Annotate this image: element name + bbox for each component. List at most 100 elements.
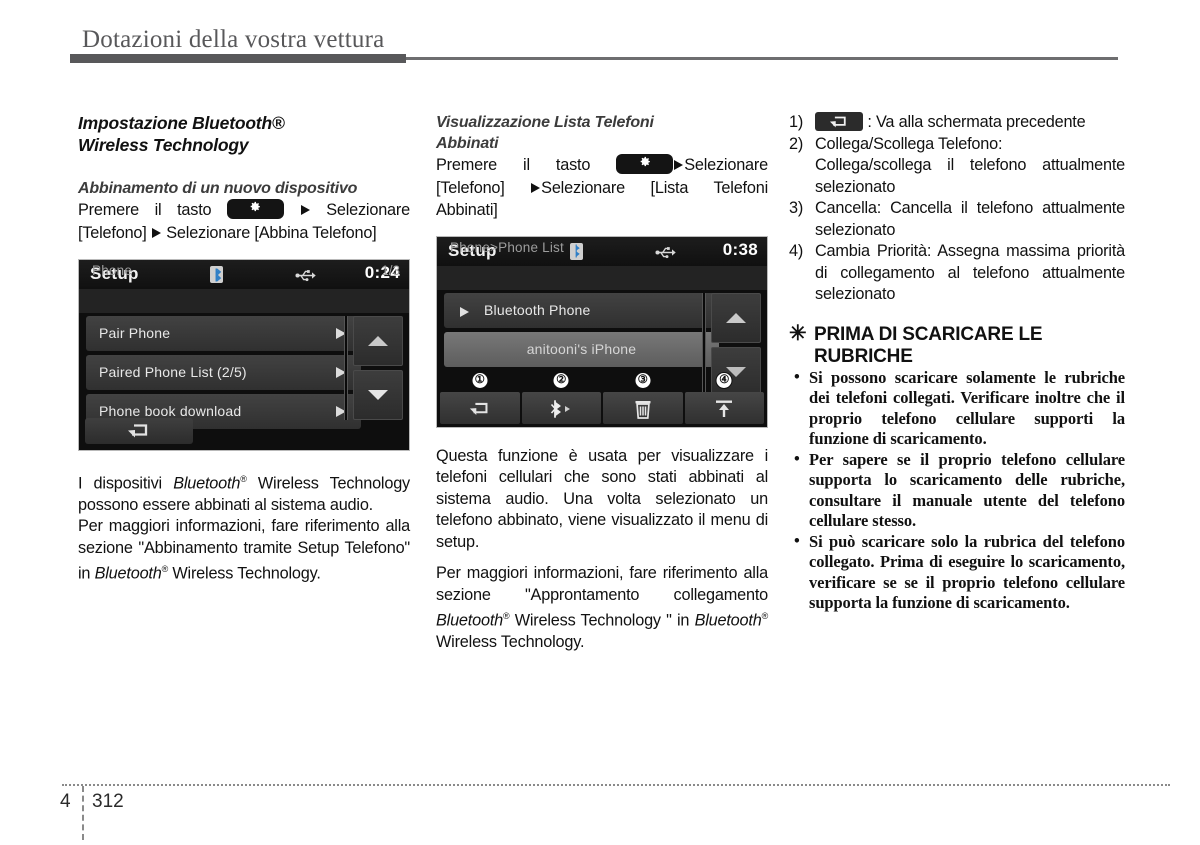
gear-icon: [249, 198, 262, 220]
return-arrow-icon: [829, 116, 846, 127]
subsection-title-line2: Abbinati: [436, 135, 499, 152]
paragraph-devices-pairing: I dispositivi Bluetooth® Wireless Techno…: [78, 469, 410, 516]
menu-row-label: Pair Phone: [99, 325, 171, 341]
bullet-icon: •: [794, 448, 800, 468]
device-breadcrumb-bar: [437, 265, 767, 290]
phone-list-row-bluetooth-phone[interactable]: Bluetooth Phone: [444, 292, 719, 328]
header-rule-dark: [70, 54, 406, 63]
bluetooth-connect-icon: [551, 400, 571, 418]
notice-heading-text: PRIMA DI SCARICARE LE RUBRICHE: [814, 323, 1043, 367]
device-clock: 0:38: [722, 239, 758, 259]
registered-mark: ®: [761, 611, 769, 621]
return-arrow-button-glyph: [815, 112, 863, 131]
device-menu-list: Pair Phone Paired Phone List (2/5) Phone…: [86, 316, 361, 433]
legend-text: Collega/Scollega Telefono:: [815, 134, 1003, 153]
legend-number: 2): [789, 134, 804, 153]
subsection-title-phone-list: Visualizzazione Lista Telefoni Abbinati: [436, 112, 768, 154]
notice-bullet-2: • Per sapere se il proprio telefono cell…: [789, 448, 1125, 532]
notice-bullet-3: • Si può scaricare solo la rubrica del t…: [789, 530, 1125, 614]
device-toolbar: ① ② ③ ④: [437, 371, 767, 427]
scroll-up-button[interactable]: [711, 292, 761, 343]
menu-row-label: Paired Phone List (2/5): [99, 364, 247, 380]
triangle-down-icon: [368, 390, 388, 400]
menu-row-paired-phone-list[interactable]: Paired Phone List (2/5): [86, 355, 361, 390]
phone-list-row-label: anitooni's iPhone: [526, 340, 637, 357]
paragraph-text: Per maggiori informazioni, fare riferime…: [436, 564, 768, 604]
phone-list-instruction: Premere il tasto Selezionare [Telefono] …: [436, 154, 768, 222]
triangle-right-icon-2: [530, 179, 541, 201]
return-arrow-icon: [128, 424, 148, 438]
callout-3: ③: [634, 371, 652, 389]
paragraph-more-info-mid: Per maggiori informazioni, fare riferime…: [436, 563, 768, 653]
page-title: Dotazioni della vostra vettura: [82, 26, 385, 53]
toolbar-change-priority-button[interactable]: ④: [684, 371, 764, 424]
device-back-button[interactable]: [85, 418, 193, 444]
gear-icon: [638, 153, 651, 175]
phone-list-row-anitoonis-iphone[interactable]: anitooni's iPhone: [444, 331, 719, 367]
notice-heading: ✳ PRIMA DI SCARICARE LE RUBRICHE: [789, 321, 1125, 368]
legend-text: : Va alla schermata precedente: [867, 113, 1086, 131]
paragraph-text: Wireless Technology.: [168, 564, 321, 583]
trash-icon: [635, 401, 651, 419]
bullet-icon: •: [794, 366, 800, 386]
triangle-up-icon: [726, 312, 746, 323]
middle-column: Visualizzazione Lista Telefoni Abbinati …: [436, 112, 768, 653]
section-title-line1: Impostazione Bluetooth®: [78, 113, 285, 133]
notice-bullet-text: Per sapere se il proprio telefono cellul…: [809, 449, 1125, 531]
bluetooth-wordmark: Bluetooth: [694, 611, 762, 630]
priority-up-icon: [716, 400, 733, 418]
instruction-step-abbina: Selezionare [Abbina Telefono]: [166, 223, 377, 242]
device-breadcrumb: Phone>Phone List: [450, 239, 564, 255]
callout-1: ①: [471, 371, 489, 389]
pairing-instruction: Premere il tasto Selezionare [Telefono] …: [78, 199, 410, 245]
scroll-down-button[interactable]: [711, 346, 761, 397]
phone-list-row-label: Bluetooth Phone: [484, 301, 591, 318]
toolbar-delete-button[interactable]: ③: [603, 371, 683, 424]
toolbar-connect-disconnect-button[interactable]: ②: [521, 371, 601, 424]
notice-bullet-1: • Si possono scaricare solamente le rubr…: [789, 366, 1125, 450]
toolbar-back-button[interactable]: ①: [440, 371, 520, 424]
menu-row-pair-phone[interactable]: Pair Phone: [86, 316, 361, 351]
menu-row-label: Phone book download: [99, 403, 242, 419]
triangle-right-icon: [673, 156, 684, 178]
paragraph-more-info: Per maggiori informazioni, fare riferime…: [78, 516, 410, 585]
callout-2: ②: [552, 371, 570, 389]
legend-number: 3): [789, 199, 804, 217]
asterisk-icon: ✳: [789, 321, 807, 345]
toolbar-legend-list: 1) : Va alla schermata precedente 2) Col…: [789, 112, 1125, 306]
triangle-right-icon: [300, 201, 311, 223]
screenshot-phone-list: Setup 0:38 Phone>Phone List Bluetooth Ph…: [436, 235, 768, 428]
instruction-prefix-text: Premere il tasto: [436, 156, 591, 174]
subsection-title-pairing: Abbinamento di un nuovo dispositivo: [78, 180, 358, 197]
setup-button-glyph: [226, 198, 284, 220]
footer-chapter-number: 4: [60, 791, 71, 812]
legend-item-2: 2) Collega/Scollega Telefono: Collega/sc…: [789, 134, 1125, 199]
device-breadcrumb-bar: [79, 289, 409, 313]
subsection-title-line1: Visualizzazione Lista Telefoni: [436, 114, 654, 131]
usb-icon: [655, 246, 676, 264]
scroll-down-button[interactable]: [353, 370, 403, 420]
scrollbar-track[interactable]: [702, 292, 706, 401]
footer-divider: [62, 784, 1170, 786]
screenshot-setup-phone-menu: Setup 0:24 Phone 1/3 Pair Phone Paired P…: [78, 259, 410, 451]
device-phone-list: Bluetooth Phone anitooni's iPhone: [444, 292, 719, 371]
callout-4: ④: [715, 371, 733, 389]
scroll-up-button[interactable]: [353, 316, 403, 366]
bluetooth-icon: [210, 266, 223, 283]
instruction-prefix-text: Premere il tasto: [78, 201, 212, 219]
legend-item-3: 3) Cancella: Cancella il telefono attual…: [789, 198, 1125, 241]
right-column: 1) : Va alla schermata precedente 2) Col…: [789, 112, 1125, 614]
notice-bullet-text: Si può scaricare solo la rubrica del tel…: [809, 531, 1125, 613]
section-title-line2: Wireless Technology: [78, 135, 249, 155]
legend-text: Cancella: Cancella il telefono attualmen…: [815, 199, 1125, 239]
paragraph-text: Wireless Technology " in: [509, 611, 695, 630]
triangle-right-icon-2: [151, 224, 162, 246]
return-arrow-icon: [469, 403, 488, 416]
usb-icon: [295, 269, 316, 287]
scrollbar-track[interactable]: [344, 316, 348, 420]
device-page-indicator: 1/3: [381, 263, 400, 278]
section-title-bluetooth-setup: Impostazione Bluetooth® Wireless Technol…: [78, 112, 410, 156]
bluetooth-wordmark: Bluetooth: [436, 611, 503, 630]
legend-number: 1): [789, 113, 804, 131]
bullet-icon: •: [794, 530, 800, 550]
